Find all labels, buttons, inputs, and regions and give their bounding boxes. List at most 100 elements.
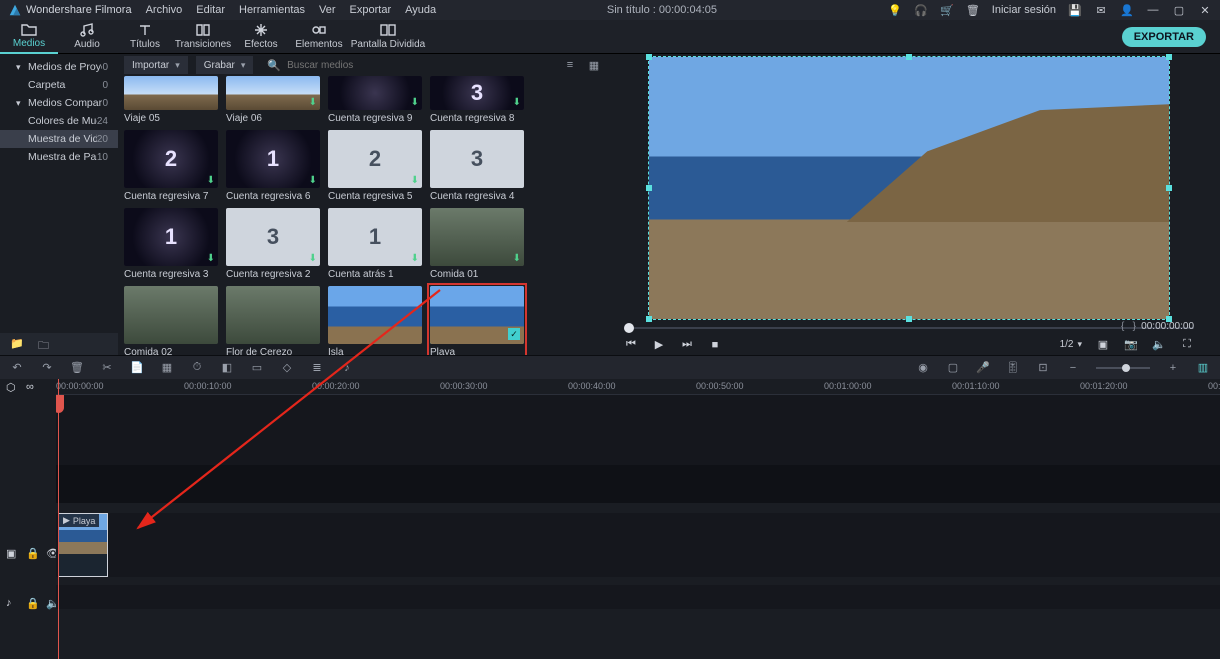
maximize-icon[interactable]: ▢ xyxy=(1172,3,1186,17)
media-thumb[interactable]: Viaje 05 xyxy=(124,76,218,124)
timeline-ruler[interactable]: 00:00:00:0000:00:10:0000:00:20:0000:00:3… xyxy=(56,379,1220,395)
audio-track-icon[interactable]: ♪ xyxy=(6,597,18,609)
trash-icon[interactable]: 🗑 xyxy=(966,3,980,17)
media-thumb[interactable]: 3Cuenta regresiva 4 xyxy=(430,130,524,202)
close-icon[interactable]: ✕ xyxy=(1198,3,1212,17)
undo-icon[interactable]: ↶ xyxy=(10,361,24,375)
preview-viewer[interactable] xyxy=(648,56,1170,320)
menu-herramientas[interactable]: Herramientas xyxy=(239,4,305,16)
download-icon[interactable]: ⬇ xyxy=(411,175,419,186)
media-thumb[interactable]: Isla xyxy=(328,286,422,355)
download-icon[interactable]: ⬇ xyxy=(309,253,317,264)
snapshot-icon[interactable]: 📷 xyxy=(1124,338,1138,352)
video-track-icon[interactable]: ▣ xyxy=(6,547,18,559)
tab-elements[interactable]: Elementos xyxy=(290,20,348,54)
download-icon[interactable]: ⬇ xyxy=(309,175,317,186)
download-icon[interactable]: ⬇ xyxy=(513,253,521,264)
track-icon[interactable]: ≣ xyxy=(310,361,324,375)
timeline-body[interactable]: 00:00:00:0000:00:10:0000:00:20:0000:00:3… xyxy=(56,379,1220,659)
download-icon[interactable]: ⬇ xyxy=(309,97,317,108)
preview-scrubber[interactable]: { } 00:00:00:00 xyxy=(616,320,1202,335)
grid-view-icon[interactable]: ▦ xyxy=(586,57,602,73)
sidebar-shared-media[interactable]: ▾ Medios Compartidos 0 xyxy=(0,94,118,112)
download-icon[interactable]: ⬇ xyxy=(411,97,419,108)
voice-icon[interactable]: 🎤 xyxy=(976,361,990,375)
media-thumb[interactable]: 1⬇Cuenta regresiva 6 xyxy=(226,130,320,202)
zoom-slider[interactable] xyxy=(1096,367,1150,369)
save-icon[interactable]: 💾 xyxy=(1068,3,1082,17)
mail-icon[interactable]: ✉ xyxy=(1094,3,1108,17)
download-icon[interactable]: ⬇ xyxy=(513,97,521,108)
media-thumb[interactable]: ⬇Cuenta regresiva 9 xyxy=(328,76,422,124)
track-empty-1[interactable] xyxy=(56,395,1220,465)
cut-icon[interactable]: ✂ xyxy=(100,361,114,375)
fullscreen-icon[interactable]: ⛶ xyxy=(1180,338,1194,352)
marker-icon[interactable]: ◉ xyxy=(916,361,930,375)
copy-icon[interactable]: 📄 xyxy=(130,361,144,375)
tab-titles[interactable]: Títulos xyxy=(116,20,174,54)
media-thumb[interactable]: 1⬇Cuenta atrás 1 xyxy=(328,208,422,280)
magnet-icon[interactable]: ⬡ xyxy=(6,381,18,393)
download-icon[interactable]: ⬇ xyxy=(207,175,215,186)
render-icon[interactable]: ▢ xyxy=(946,361,960,375)
export-button[interactable]: EXPORTAR xyxy=(1122,27,1206,47)
delete-icon[interactable]: 🗑 xyxy=(70,361,84,375)
media-thumb[interactable]: 1⬇Cuenta regresiva 3 xyxy=(124,208,218,280)
folder-icon[interactable]: 🗀 xyxy=(38,337,52,351)
preview-zoom-dropdown[interactable]: 1/2 xyxy=(1060,339,1082,350)
quality-icon[interactable]: ▣ xyxy=(1096,338,1110,352)
audio-beat-icon[interactable]: ♪ xyxy=(340,361,354,375)
menu-exportar[interactable]: Exportar xyxy=(350,4,392,16)
bulb-icon[interactable]: 💡 xyxy=(888,3,902,17)
crop-icon[interactable]: ▦ xyxy=(160,361,174,375)
lock-icon[interactable]: 🔒 xyxy=(26,547,38,559)
mute-icon[interactable]: 🔈 xyxy=(1152,338,1166,352)
new-folder-icon[interactable]: 📁 xyxy=(10,337,24,351)
zoom-fit-icon[interactable]: ⊡ xyxy=(1036,361,1050,375)
sidebar-project-media[interactable]: ▾ Medios de Proyecto 0 xyxy=(0,58,118,76)
download-icon[interactable]: ⬇ xyxy=(411,253,419,264)
color-icon[interactable]: ◧ xyxy=(220,361,234,375)
media-thumb[interactable]: 3⬇Cuenta regresiva 8 xyxy=(430,76,524,124)
media-thumb[interactable]: ✓Playa xyxy=(430,286,524,355)
track-empty-2[interactable] xyxy=(56,465,1220,503)
mixer-icon[interactable]: 🎚 xyxy=(1006,361,1020,375)
tab-audio[interactable]: Audio xyxy=(58,20,116,54)
sidebar-folder[interactable]: Carpeta 0 xyxy=(0,76,118,94)
filter-icon[interactable]: ≡ xyxy=(562,57,578,73)
media-thumb[interactable]: 2⬇Cuenta regresiva 5 xyxy=(328,130,422,202)
media-thumb[interactable]: ⬇Viaje 06 xyxy=(226,76,320,124)
menu-ver[interactable]: Ver xyxy=(319,4,336,16)
sidebar-sample-video[interactable]: Muestra de Video 20 xyxy=(0,130,118,148)
zoom-in-icon[interactable]: + xyxy=(1166,361,1180,375)
green-screen-icon[interactable]: ▭ xyxy=(250,361,264,375)
playhead[interactable] xyxy=(58,379,59,659)
minimize-icon[interactable]: — xyxy=(1146,3,1160,17)
sidebar-sample-colors[interactable]: Colores de Muestra 24 xyxy=(0,112,118,130)
menu-archivo[interactable]: Archivo xyxy=(146,4,183,16)
menu-editar[interactable]: Editar xyxy=(196,4,225,16)
track-video-1[interactable]: ▶ Playa xyxy=(56,513,1220,577)
media-thumb[interactable]: ⬇Comida 01 xyxy=(430,208,524,280)
prev-frame-icon[interactable]: ⏮ xyxy=(624,338,638,352)
timeline-settings-icon[interactable]: ▥ xyxy=(1196,361,1210,375)
search-input[interactable] xyxy=(287,60,548,71)
clip-playa[interactable]: ▶ Playa xyxy=(58,513,108,577)
scrubber-knob[interactable] xyxy=(624,323,634,333)
login-link[interactable]: Iniciar sesión xyxy=(992,4,1056,16)
link-icon[interactable]: ∞ xyxy=(26,381,38,393)
record-dropdown[interactable]: Grabar xyxy=(196,56,254,74)
play-icon[interactable]: ▶ xyxy=(652,338,666,352)
redo-icon[interactable]: ↷ xyxy=(40,361,54,375)
tab-effects[interactable]: Efectos xyxy=(232,20,290,54)
media-thumb[interactable]: Flor de Cerezo xyxy=(226,286,320,355)
speed-icon[interactable]: ⏱ xyxy=(190,361,204,375)
playhead-head[interactable] xyxy=(56,395,64,413)
download-icon[interactable]: ⬇ xyxy=(207,253,215,264)
stop-icon[interactable]: ■ xyxy=(708,338,722,352)
import-dropdown[interactable]: Importar xyxy=(124,56,188,74)
tab-transitions[interactable]: Transiciones xyxy=(174,20,232,54)
tab-split-screen[interactable]: Pantalla Dividida xyxy=(348,20,428,54)
menu-ayuda[interactable]: Ayuda xyxy=(405,4,436,16)
sidebar-sample-screen[interactable]: Muestra de Pantalla V 10 xyxy=(0,148,118,166)
